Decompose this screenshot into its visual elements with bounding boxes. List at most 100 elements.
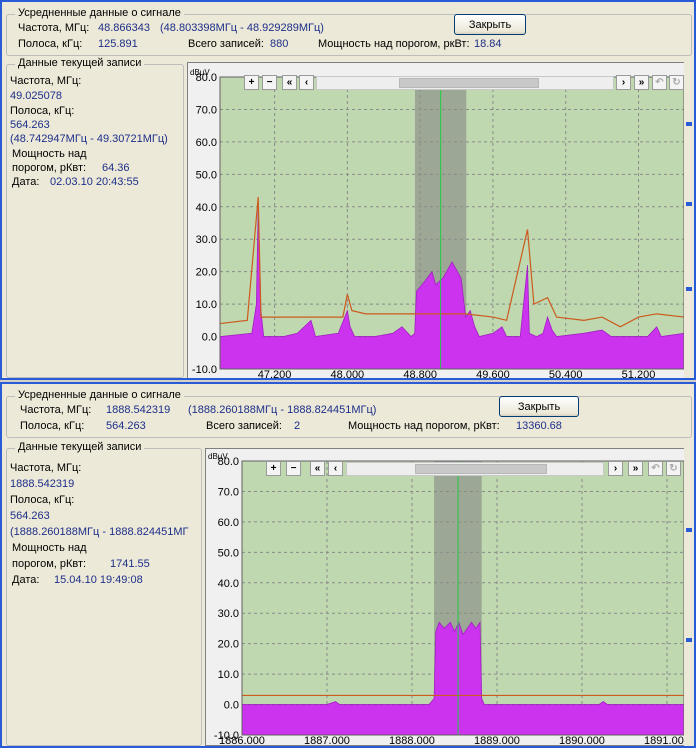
spectrum-plot-2[interactable]: 80.0 70.0 60.0 50.0 40.0 30.0 20.0 10.0 0.0 -10.0… — [205, 448, 690, 746]
x-tick-label: 51.200 — [622, 369, 656, 379]
double-chevron-right-icon[interactable]: » — [628, 461, 643, 476]
cur-band-value: 564.263 — [10, 510, 50, 522]
avg-power-value: 13360.68 — [516, 420, 562, 432]
close-button[interactable]: Закрыть — [499, 396, 579, 417]
y-tick-label: 70.0 — [218, 486, 239, 498]
right-edge-bar — [684, 448, 694, 746]
edge-marker — [686, 122, 692, 126]
chart-scroll-thumb[interactable] — [399, 78, 539, 88]
avg-band-label: Полоса, кГц: — [20, 420, 85, 432]
avg-band-label: Полоса, кГц: — [18, 38, 83, 50]
undo-zoom-icon[interactable]: ↶ — [648, 461, 663, 476]
x-tick-label: 48.000 — [331, 369, 365, 379]
y-tick-label: 30.0 — [218, 608, 239, 620]
cur-range: (1888.260188МГц - 1888.824451МГ — [10, 526, 189, 538]
x-tick-label: 1886.000 — [219, 735, 265, 745]
y-tick-label: -10.0 — [192, 364, 217, 376]
reset-zoom-icon[interactable]: ↻ — [666, 461, 681, 476]
right-edge-bar — [684, 62, 694, 378]
avg-freq-value: 1888.542319 — [106, 404, 171, 416]
cur-band-label: Полоса, кГц: — [10, 494, 75, 506]
records-value: 880 — [270, 38, 289, 50]
avg-power-label: Мощность над порогом, ркВт: — [318, 38, 470, 50]
x-tick-label: 1891.000 — [644, 735, 687, 745]
y-tick-label: 50.0 — [218, 547, 239, 559]
chevron-right-icon[interactable]: › — [608, 461, 623, 476]
chevron-left-icon[interactable]: ‹ — [299, 75, 314, 90]
chevron-right-icon[interactable]: › — [616, 75, 631, 90]
y-tick-label: 30.0 — [196, 234, 217, 246]
y-tick-label: 20.0 — [218, 639, 239, 651]
x-tick-label: 1890.000 — [559, 735, 605, 745]
y-tick-label: 50.0 — [196, 169, 217, 181]
double-chevron-right-icon[interactable]: » — [634, 75, 649, 90]
averaged-data-legend: Усредненные данные о сигнале — [15, 389, 184, 401]
cur-date-label: Дата: — [12, 574, 40, 586]
records-value: 2 — [294, 420, 301, 432]
double-chevron-left-icon[interactable]: « — [310, 461, 325, 476]
x-tick-label: 1887.000 — [304, 735, 350, 745]
avg-freq-label: Частота, МГц: — [18, 22, 90, 34]
x-tick-label: 48.800 — [403, 369, 437, 379]
zoom-out-icon[interactable]: − — [286, 461, 301, 476]
cur-band-label: Полоса, кГц: — [10, 105, 75, 117]
cur-power-value: 64.36 — [102, 162, 130, 174]
y-tick-label: 10.0 — [196, 299, 217, 311]
x-tick-label: 49.600 — [476, 369, 510, 379]
chart-scrollbar[interactable] — [346, 462, 604, 476]
zoom-in-icon[interactable]: + — [244, 75, 259, 90]
cur-freq-label: Частота, МГц: — [10, 462, 82, 474]
cur-date-value: 02.03.10 20:43:55 — [50, 176, 139, 188]
cur-freq-label: Частота, МГц: — [10, 75, 82, 87]
signal-panel-1: Усредненные данные о сигнале Частота, МГ… — [0, 0, 696, 380]
current-record-legend: Данные текущей записи — [15, 441, 145, 453]
current-record-group: Данные текущей записи — [6, 441, 202, 746]
y-tick-label: 60.0 — [218, 517, 239, 529]
cur-power-value: 1741.55 — [110, 558, 150, 570]
cur-power-label: Мощность над — [12, 542, 87, 554]
reset-zoom-icon[interactable]: ↻ — [669, 75, 684, 90]
undo-zoom-icon[interactable]: ↶ — [652, 75, 667, 90]
cur-power-label-2: порогом, рКвт: — [12, 162, 87, 174]
edge-marker — [686, 202, 692, 206]
spectrum-plot-1[interactable]: 80.0 70.0 60.0 50.0 40.0 30.0 20.0 10.0 0.0 -10.0… — [187, 62, 687, 379]
chart-scroll-thumb[interactable] — [415, 464, 547, 474]
cur-freq-value: 49.025078 — [10, 90, 62, 102]
y-tick-label: 40.0 — [196, 202, 217, 214]
close-button[interactable]: Закрыть — [454, 14, 526, 35]
avg-freq-label: Частота, МГц: — [20, 404, 92, 416]
avg-freq-range: (1888.260188МГц - 1888.824451МГц) — [188, 404, 377, 416]
x-tick-label: 47.200 — [258, 369, 292, 379]
spectrum-chart-1: 80.070.060.050.040.030.020.010.00.0-10.0… — [190, 68, 685, 379]
y-tick-label: 70.0 — [196, 104, 217, 116]
chart-scrollbar[interactable] — [316, 76, 614, 90]
y-tick-label: 0.0 — [224, 700, 239, 712]
avg-freq-range: (48.803398МГц - 48.929289МГц) — [160, 22, 324, 34]
edge-marker — [686, 638, 692, 642]
zoom-in-icon[interactable]: + — [266, 461, 281, 476]
signal-panel-2: Усредненные данные о сигнале Частота, МГ… — [0, 382, 696, 748]
edge-marker — [686, 287, 692, 291]
cur-range: (48.742947МГц - 49.30721МГц) — [10, 133, 168, 145]
y-tick-label: 0.0 — [202, 332, 217, 344]
y-tick-label: 20.0 — [196, 267, 217, 279]
x-tick-label: 50.400 — [549, 369, 583, 379]
y-tick-label: 10.0 — [218, 669, 239, 681]
y-tick-label: 60.0 — [196, 137, 217, 149]
spectrum-chart-2: 80.070.060.050.040.030.020.010.00.0-10.0… — [208, 452, 690, 746]
averaged-data-legend: Усредненные данные о сигнале — [15, 7, 184, 19]
y-axis-unit-label: dBµV — [208, 452, 228, 461]
zoom-out-icon[interactable]: − — [262, 75, 277, 90]
y-axis-unit-label: dBµV — [190, 68, 210, 77]
avg-freq-value: 48.866343 — [98, 22, 150, 34]
current-record-legend: Данные текущей записи — [15, 57, 145, 69]
avg-band-value: 564.263 — [106, 420, 146, 432]
cur-band-value: 564.263 — [10, 119, 50, 131]
cur-date-value: 15.04.10 19:49:08 — [54, 574, 143, 586]
chevron-left-icon[interactable]: ‹ — [328, 461, 343, 476]
x-tick-label: 1889.000 — [474, 735, 520, 745]
avg-power-value: 18.84 — [474, 38, 502, 50]
double-chevron-left-icon[interactable]: « — [282, 75, 297, 90]
avg-band-value: 125.891 — [98, 38, 138, 50]
y-tick-label: 40.0 — [218, 578, 239, 590]
